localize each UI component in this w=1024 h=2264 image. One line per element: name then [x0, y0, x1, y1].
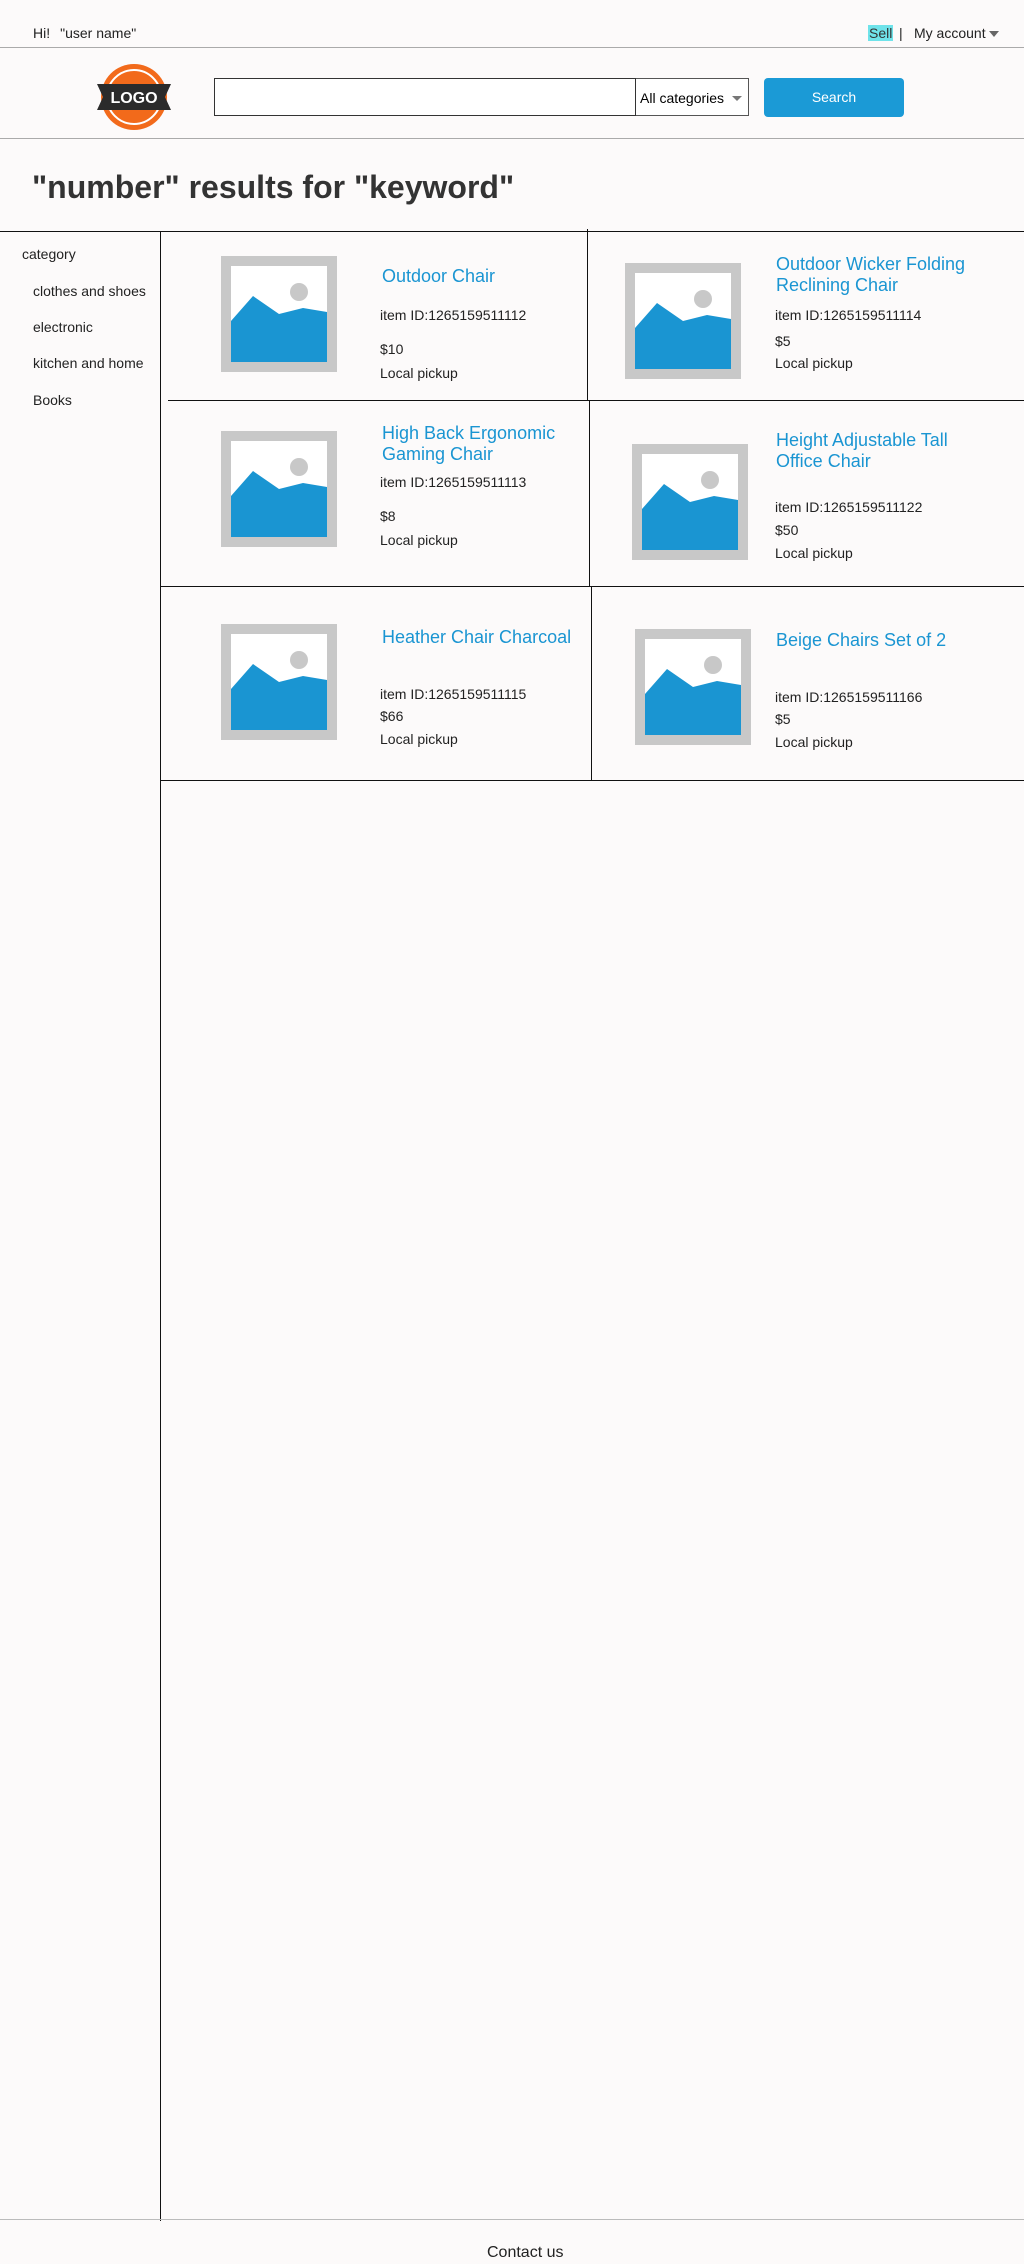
item-id: item ID:1265159511114	[775, 307, 922, 323]
delivery: Local pickup	[775, 545, 853, 561]
sell-link[interactable]: Sell	[868, 25, 894, 41]
delivery: Local pickup	[380, 731, 458, 747]
product-title[interactable]: Outdoor Chair	[382, 266, 582, 287]
grid-line	[0, 231, 1024, 232]
search-button[interactable]: Search	[764, 78, 904, 117]
item-id: item ID:1265159511113	[380, 474, 527, 490]
product-image[interactable]	[221, 256, 337, 372]
product-image[interactable]	[221, 431, 337, 547]
delivery: Local pickup	[380, 365, 458, 381]
sidebar-divider	[160, 231, 161, 2221]
grid-line	[160, 586, 1024, 587]
image-placeholder-icon	[645, 656, 741, 735]
my-account-menu[interactable]: My account	[914, 25, 986, 41]
item-id: item ID:1265159511115	[380, 686, 527, 702]
grid-line	[587, 229, 588, 400]
chevron-down-icon	[732, 96, 742, 101]
greeting: Hi! "user name"	[33, 25, 136, 41]
price: $5	[775, 711, 791, 727]
product-title[interactable]: Beige Chairs Set of 2	[776, 630, 976, 651]
user-name: "user name"	[60, 25, 137, 41]
product-title[interactable]: Heather Chair Charcoal	[382, 627, 587, 648]
image-placeholder-icon	[231, 651, 327, 730]
item-id: item ID:1265159511122	[775, 499, 923, 515]
price: $5	[775, 333, 791, 349]
contact-us-link[interactable]: Contact us	[487, 2244, 563, 2262]
category-select-value: All categories	[640, 90, 725, 106]
product-title[interactable]: High Back Ergonomic Gaming Chair	[382, 423, 582, 465]
category-select[interactable]: All categories	[636, 78, 749, 116]
price: $8	[380, 508, 396, 524]
grid-line	[589, 400, 590, 586]
price: $50	[775, 522, 799, 538]
price: $10	[380, 341, 404, 357]
search-input[interactable]	[214, 78, 636, 116]
logo-badge-icon: LOGO	[97, 64, 171, 130]
item-id: item ID:1265159511166	[775, 689, 923, 705]
product-image[interactable]	[632, 444, 748, 560]
product-image[interactable]	[221, 624, 337, 740]
item-id: item ID:1265159511112	[380, 307, 527, 323]
price: $66	[380, 708, 404, 724]
delivery: Local pickup	[775, 734, 853, 750]
separator: |	[899, 25, 903, 41]
sidebar-item-electronic[interactable]: electronic	[33, 319, 93, 335]
product-image[interactable]	[635, 629, 751, 745]
header-divider	[0, 138, 1024, 139]
delivery: Local pickup	[775, 355, 853, 371]
sidebar-item-kitchen-and-home[interactable]: kitchen and home	[33, 355, 144, 371]
product-title[interactable]: Height Adjustable Tall Office Chair	[776, 430, 996, 472]
results-title: "number" results for "keyword"	[32, 169, 515, 205]
grid-line	[591, 586, 592, 780]
grid-line	[168, 400, 1024, 401]
image-placeholder-icon	[642, 471, 738, 550]
delivery: Local pickup	[380, 532, 458, 548]
sidebar-item-books[interactable]: Books	[33, 392, 72, 408]
logo-text: LOGO	[110, 90, 157, 107]
product-title[interactable]: Outdoor Wicker Folding Reclining Chair	[776, 254, 976, 296]
category-heading: category	[22, 246, 76, 262]
logo[interactable]: LOGO	[95, 62, 173, 132]
chevron-down-icon[interactable]	[989, 31, 999, 37]
image-placeholder-icon	[635, 290, 731, 369]
greeting-hi: Hi!	[33, 25, 51, 41]
grid-line	[160, 780, 1024, 781]
product-image[interactable]	[625, 263, 741, 379]
topbar-divider	[0, 47, 1024, 48]
sidebar-item-clothes-and-shoes[interactable]: clothes and shoes	[33, 283, 146, 299]
image-placeholder-icon	[231, 283, 327, 362]
image-placeholder-icon	[231, 458, 327, 537]
footer-divider	[0, 2219, 1024, 2220]
